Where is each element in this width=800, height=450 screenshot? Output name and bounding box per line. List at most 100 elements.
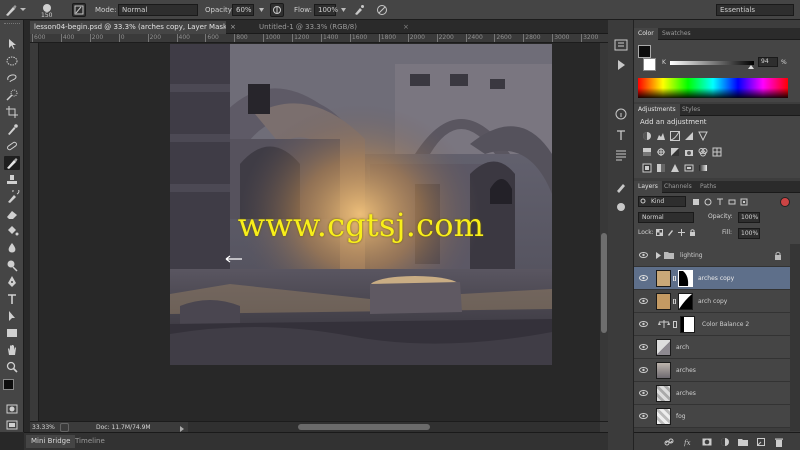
rectangle-tool-icon[interactable] <box>4 326 20 340</box>
pressure-opacity-icon[interactable] <box>270 3 284 17</box>
foreground-color-swatch[interactable] <box>3 379 14 390</box>
vertical-scroll-thumb[interactable] <box>601 233 607 333</box>
airbrush-icon[interactable] <box>352 3 366 17</box>
document-tab-untitled[interactable]: Untitled-1 @ 33.3% (RGB/8) <box>255 21 361 34</box>
visibility-eye-icon[interactable] <box>639 366 648 374</box>
mask-link-icon[interactable] <box>673 299 676 304</box>
mode-select[interactable]: Normal <box>118 4 198 16</box>
move-tool-icon[interactable] <box>4 37 20 51</box>
layer-mask-thumbnail[interactable] <box>678 270 693 287</box>
status-options-icon[interactable] <box>60 423 69 432</box>
close-tab-icon[interactable]: × <box>403 23 411 31</box>
document-canvas[interactable]: www.cgtsj.com <box>170 44 552 365</box>
group-expand-arrow-icon[interactable] <box>656 252 661 259</box>
workspace-switcher[interactable]: Essentials <box>716 4 794 16</box>
opacity-input[interactable]: 60% <box>232 4 254 16</box>
color-spectrum-ramp[interactable] <box>638 78 788 98</box>
type-tool-icon[interactable] <box>4 292 20 306</box>
layer-row-arches[interactable]: arches <box>634 359 790 382</box>
blur-tool-icon[interactable] <box>4 241 20 255</box>
horizontal-ruler[interactable]: 600 400 200 0 200 400 600 800 1000 1200 1400 1600 18… <box>30 34 608 43</box>
visibility-eye-icon[interactable] <box>639 389 648 397</box>
hue-saturation-icon[interactable] <box>642 147 652 157</box>
tab-color[interactable]: Color <box>634 28 658 40</box>
mask-link-icon[interactable] <box>673 321 677 328</box>
visibility-eye-icon[interactable] <box>639 274 648 282</box>
brush-tool-icon[interactable] <box>4 156 20 170</box>
tab-styles[interactable]: Styles <box>678 104 704 116</box>
lock-position-icon[interactable] <box>678 229 685 236</box>
exposure-icon[interactable] <box>684 131 694 141</box>
filter-type-icon[interactable] <box>716 198 724 206</box>
layer-row-arch[interactable]: arch <box>634 336 790 359</box>
gradient-map-icon[interactable] <box>698 163 708 173</box>
new-group-icon[interactable] <box>738 437 748 447</box>
filter-shape-icon[interactable] <box>728 198 736 206</box>
delete-layer-icon[interactable] <box>774 437 784 447</box>
tab-layers[interactable]: Layers <box>634 181 662 193</box>
preset-dropdown-arrow-icon[interactable] <box>20 8 26 11</box>
tab-mini-bridge[interactable]: Mini Bridge <box>26 435 76 448</box>
quick-selection-tool-icon[interactable] <box>4 88 20 102</box>
visibility-eye-icon[interactable] <box>639 343 648 351</box>
visibility-eye-icon[interactable] <box>639 320 648 328</box>
tab-adjustments[interactable]: Adjustments <box>634 104 680 116</box>
dodge-tool-icon[interactable] <box>4 258 20 272</box>
color-lookup-icon[interactable] <box>712 147 722 157</box>
invert-icon[interactable] <box>642 163 652 173</box>
layer-row-arch-copy[interactable]: arch copy <box>634 290 790 313</box>
brush-size-picker[interactable]: 150 <box>33 3 67 19</box>
threshold-icon[interactable] <box>670 163 680 173</box>
layer-style-fx-icon[interactable]: fx <box>684 437 694 447</box>
link-layers-icon[interactable] <box>664 437 674 447</box>
spot-healing-tool-icon[interactable] <box>4 139 20 153</box>
layer-opacity-input[interactable]: 100% <box>738 212 760 223</box>
visibility-eye-icon[interactable] <box>639 412 648 420</box>
k-value-input[interactable]: 94 <box>758 57 778 67</box>
levels-icon[interactable] <box>656 131 666 141</box>
zoom-level[interactable]: 33.33% <box>32 424 62 432</box>
new-adjustment-layer-icon[interactable] <box>720 437 730 447</box>
pressure-size-icon[interactable] <box>375 3 389 17</box>
lock-transparency-icon[interactable] <box>656 229 663 236</box>
color-balance-icon[interactable] <box>656 147 666 157</box>
close-tab-icon[interactable]: × <box>230 23 238 31</box>
flow-slider-arrow-icon[interactable] <box>339 3 348 17</box>
tab-timeline[interactable]: Timeline <box>70 435 110 448</box>
layer-fill-input[interactable]: 100% <box>738 228 760 239</box>
crop-tool-icon[interactable] <box>4 105 20 119</box>
layer-mask-thumbnail[interactable] <box>678 293 693 310</box>
k-slider-handle-icon[interactable] <box>748 65 754 69</box>
layer-row-arches-2[interactable]: arches <box>634 382 790 405</box>
brush-presets-icon[interactable] <box>612 200 630 214</box>
filter-toggle-icon[interactable] <box>780 197 790 207</box>
paragraph-panel-icon[interactable] <box>612 148 630 162</box>
curves-icon[interactable] <box>670 131 680 141</box>
filter-pixel-icon[interactable] <box>692 198 700 206</box>
brush-panel-toggle-icon[interactable] <box>72 3 86 17</box>
zoom-tool-icon[interactable] <box>4 360 20 374</box>
tab-channels[interactable]: Channels <box>660 181 696 193</box>
blend-mode-select[interactable]: Normal <box>638 212 694 223</box>
clone-stamp-tool-icon[interactable] <box>4 173 20 187</box>
lasso-tool-icon[interactable] <box>4 71 20 85</box>
layer-row-lighting-group[interactable]: lighting <box>634 244 790 267</box>
lock-all-icon[interactable] <box>689 229 696 236</box>
horizontal-scroll-thumb[interactable] <box>298 424 430 430</box>
filter-adjustment-icon[interactable] <box>704 198 712 206</box>
tab-swatches[interactable]: Swatches <box>658 28 695 40</box>
quick-mask-icon[interactable] <box>4 402 20 416</box>
posterize-icon[interactable] <box>656 163 666 173</box>
vibrance-icon[interactable] <box>698 131 708 141</box>
path-selection-tool-icon[interactable] <box>4 309 20 323</box>
layer-mask-thumbnail[interactable] <box>680 316 695 333</box>
layers-scrollbar[interactable] <box>790 244 800 431</box>
filter-smart-object-icon[interactable] <box>740 198 748 206</box>
layer-row-arches-copy[interactable]: arches copy <box>634 267 790 290</box>
lock-pixels-icon[interactable] <box>667 229 674 236</box>
paint-bucket-tool-icon[interactable] <box>4 224 20 238</box>
add-mask-icon[interactable] <box>702 437 712 447</box>
eyedropper-tool-icon[interactable] <box>4 122 20 136</box>
brush-tool-preset-icon[interactable] <box>4 3 18 17</box>
eraser-tool-icon[interactable] <box>4 207 20 221</box>
